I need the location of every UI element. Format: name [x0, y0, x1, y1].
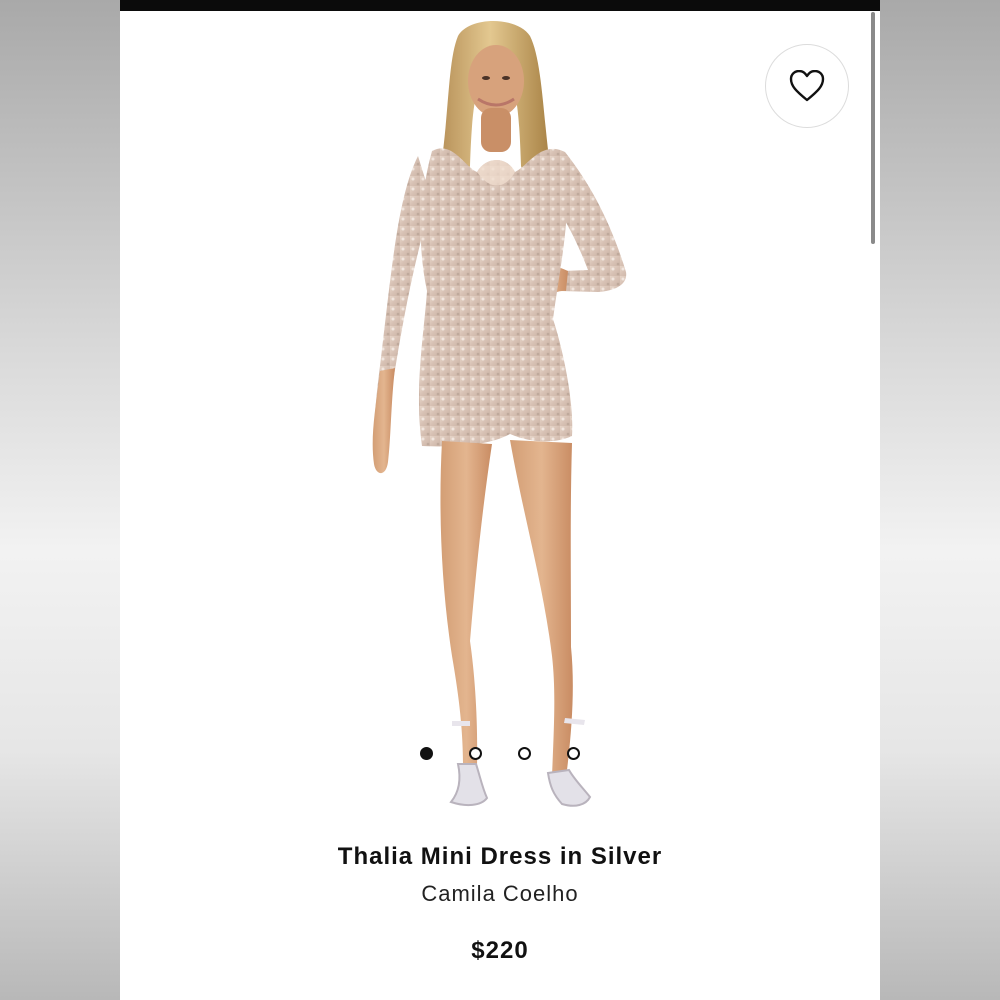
- product-page: Thalia Mini Dress in Silver Camila Coelh…: [120, 0, 880, 1000]
- carousel-dot-4[interactable]: [567, 746, 580, 760]
- right-background: [880, 0, 1000, 1000]
- favorite-button[interactable]: [765, 44, 849, 128]
- image-carousel-dots[interactable]: [420, 744, 580, 762]
- scrollbar[interactable]: [871, 12, 875, 244]
- carousel-dot-3[interactable]: [518, 746, 531, 760]
- product-image[interactable]: [360, 16, 660, 826]
- heart-icon: [789, 70, 825, 102]
- product-name: Thalia Mini Dress in Silver: [337, 843, 663, 870]
- left-background: [0, 0, 120, 1000]
- carousel-dot-2[interactable]: [469, 746, 482, 760]
- product-price: $220: [471, 937, 529, 964]
- carousel-dot-1[interactable]: [420, 746, 433, 760]
- top-bar: [120, 0, 880, 11]
- product-brand[interactable]: Camila Coelho: [120, 881, 880, 907]
